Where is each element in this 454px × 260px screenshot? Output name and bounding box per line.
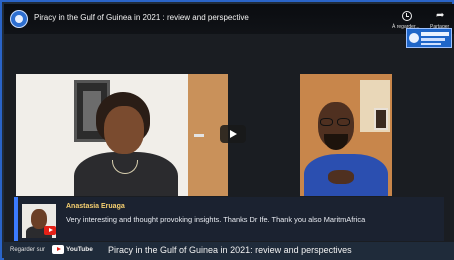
- play-button[interactable]: [220, 125, 246, 143]
- comment-accent-bar: [14, 197, 18, 241]
- channel-avatar-icon[interactable]: [10, 10, 28, 28]
- comment-text: Very interesting and thought provoking i…: [66, 215, 366, 224]
- participant-left-face: [104, 106, 144, 154]
- youtube-wordmark[interactable]: YouTube: [66, 246, 93, 253]
- comment-author: Anastasia Eruaga: [66, 203, 125, 210]
- participant-left-video: [16, 74, 228, 196]
- participant-left-body: [74, 152, 178, 196]
- door-handle: [194, 134, 204, 137]
- video-player[interactable]: Piracy in the Gulf of Guinea in 2021 : r…: [4, 4, 454, 242]
- wall-frame: [374, 108, 388, 130]
- participant-right-video: [300, 74, 392, 196]
- player-top-bar: Piracy in the Gulf of Guinea in 2021 : r…: [4, 4, 454, 34]
- share-icon[interactable]: ➦: [436, 11, 444, 21]
- caption-title: Piracy in the Gulf of Guinea in 2021: re…: [108, 245, 352, 255]
- watch-later-icon[interactable]: [402, 11, 412, 21]
- beard: [324, 134, 348, 150]
- youtube-icon: [44, 226, 56, 235]
- youtube-logo-icon[interactable]: [52, 245, 64, 254]
- watch-on-label[interactable]: Regarder sur: [10, 247, 45, 253]
- glasses: [320, 118, 352, 126]
- comment-overlay: Anastasia Eruaga Very interesting and th…: [14, 197, 444, 241]
- video-embed-frame: Piracy in the Gulf of Guinea in 2021 : r…: [0, 0, 454, 260]
- video-title[interactable]: Piracy in the Gulf of Guinea in 2021 : r…: [34, 13, 249, 22]
- maritime-africa-logo-icon: [406, 28, 452, 48]
- hand: [328, 170, 354, 184]
- player-bottom-bar: Regarder sur YouTube Piracy in the Gulf …: [4, 242, 454, 260]
